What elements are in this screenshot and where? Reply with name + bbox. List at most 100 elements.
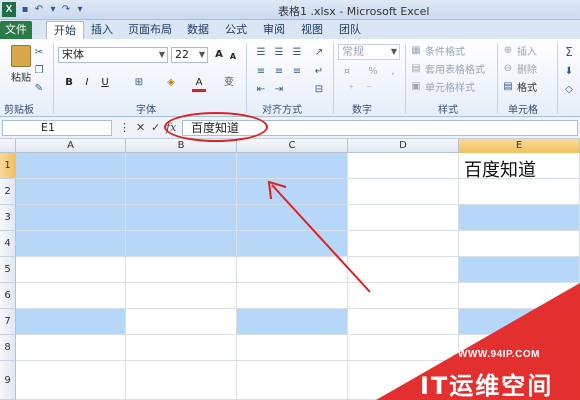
tab-page-layout[interactable]: 页面布局 [124,21,176,39]
font-size-select[interactable]: 22 ▼ [171,47,208,63]
select-all-corner[interactable] [0,139,16,153]
cancel-button[interactable]: ✕ [136,121,145,134]
qat-customize-icon[interactable]: ▾ [74,4,86,15]
cell-e3[interactable] [459,205,580,231]
cell-a7[interactable] [16,309,126,335]
cell-a2[interactable] [16,179,126,205]
row-header-9[interactable]: 9 [0,361,16,400]
cell-e4[interactable] [459,231,580,257]
italic-button[interactable]: I [80,76,94,90]
underline-button[interactable]: U [98,76,112,90]
percent-button[interactable]: % [366,65,380,79]
align-bottom-icon[interactable]: ☰ [290,46,304,60]
align-middle-icon[interactable]: ☰ [272,46,286,60]
cell-a9[interactable] [16,361,126,400]
row-header-2[interactable]: 2 [0,179,16,205]
clear-icon[interactable]: ◇ [562,83,576,97]
dropdown-icon[interactable]: ▾ [47,4,59,15]
cell-b1[interactable] [126,153,237,179]
delete-cells-button[interactable]: ⊖ 删除 [501,61,537,77]
row-header-1[interactable]: 1 [0,153,16,179]
copy-icon[interactable]: ❐ [32,64,46,78]
undo-icon[interactable]: ↶ [33,4,45,15]
styles-group-label: 样式 [438,105,458,116]
fill-icon[interactable]: ⬇ [562,65,576,79]
format-cells-button[interactable]: ▤ 格式 [501,79,537,95]
tab-insert[interactable]: 插入 [86,21,118,39]
cell-b3[interactable] [126,205,237,231]
decrease-decimal-icon[interactable]: ⁻ [362,83,376,97]
phonetic-button[interactable]: 变 [222,76,236,90]
row-header-3[interactable]: 3 [0,205,16,231]
align-right-icon[interactable]: ≡ [290,65,304,79]
watermark-name: IT运维空间 [420,372,554,400]
align-center-icon[interactable]: ≡ [272,65,286,79]
cell-c7[interactable] [237,309,348,335]
orientation-icon[interactable]: ↗ [312,46,326,60]
increase-indent-icon[interactable]: ⇥ [272,83,286,97]
name-box[interactable]: E1 [2,120,112,136]
cell-a6[interactable] [16,283,126,309]
increase-decimal-icon[interactable]: ⁺ [344,83,358,97]
ribbon-divider [246,43,247,113]
redo-icon[interactable]: ↷ [60,4,72,15]
merge-center-icon[interactable]: ⊟ [312,83,326,97]
cell-styles-button[interactable]: ▣ 单元格样式 [409,79,475,95]
conditional-format-button[interactable]: ▦ 条件格式 [409,43,465,59]
cell-a3[interactable] [16,205,126,231]
tab-view[interactable]: 视图 [296,21,328,39]
cell-b6[interactable] [126,283,237,309]
cell-b7[interactable] [126,309,237,335]
currency-icon[interactable]: ¤ [340,65,354,79]
grow-font-button[interactable]: A [212,48,226,62]
cell-e5[interactable] [459,257,580,283]
enter-button[interactable]: ✓ [151,121,160,134]
cell-b5[interactable] [126,257,237,283]
tab-review[interactable]: 审阅 [258,21,290,39]
tab-data[interactable]: 数据 [182,21,214,39]
bold-button[interactable]: B [62,76,76,90]
shrink-font-button[interactable]: A [226,50,240,64]
row-header-7[interactable]: 7 [0,309,16,335]
row-header-8[interactable]: 8 [0,335,16,361]
cell-b2[interactable] [126,179,237,205]
font-color-button[interactable]: A [192,76,206,92]
cell-e2[interactable] [459,179,580,205]
format-painter-icon[interactable]: ✎ [32,82,46,96]
column-header-c[interactable]: C [237,139,348,153]
wrap-text-icon[interactable]: ↵ [312,65,326,79]
align-left-icon[interactable]: ≡ [254,65,268,79]
cell-b4[interactable] [126,231,237,257]
row-header-4[interactable]: 4 [0,231,16,257]
save-icon[interactable]: ▪ [19,4,31,15]
cell-a1[interactable] [16,153,126,179]
cell-b9[interactable] [126,361,237,400]
column-header-e[interactable]: E [459,139,580,153]
cut-icon[interactable]: ✂ [32,46,46,60]
font-name-select[interactable]: 宋体 ▼ [58,47,168,63]
row-header-6[interactable]: 6 [0,283,16,309]
insert-cells-button[interactable]: ⊕ 插入 [501,43,537,59]
column-header-d[interactable]: D [348,139,459,153]
tab-formulas[interactable]: 公式 [220,21,252,39]
cell-a4[interactable] [16,231,126,257]
cell-c9[interactable] [237,361,348,400]
cell-c8[interactable] [237,335,348,361]
cell-a5[interactable] [16,257,126,283]
annotation-ellipse [164,112,268,142]
number-format-select[interactable]: 常规 ▼ [338,44,400,60]
tab-team[interactable]: 团队 [334,21,366,39]
row-header-5[interactable]: 5 [0,257,16,283]
tab-home[interactable]: 开始 [46,21,84,39]
align-top-icon[interactable]: ☰ [254,46,268,60]
autosum-button[interactable]: Σ [562,45,576,59]
format-as-table-button[interactable]: ▤ 套用表格格式 [409,61,485,77]
column-header-a[interactable]: A [16,139,126,153]
comma-button[interactable]: , [386,65,400,79]
borders-icon[interactable]: ⊞ [132,76,146,90]
tab-file[interactable]: 文件 [0,21,32,39]
fill-color-icon[interactable]: ◈ [164,76,178,90]
cell-a8[interactable] [16,335,126,361]
cell-b8[interactable] [126,335,237,361]
decrease-indent-icon[interactable]: ⇤ [254,83,268,97]
